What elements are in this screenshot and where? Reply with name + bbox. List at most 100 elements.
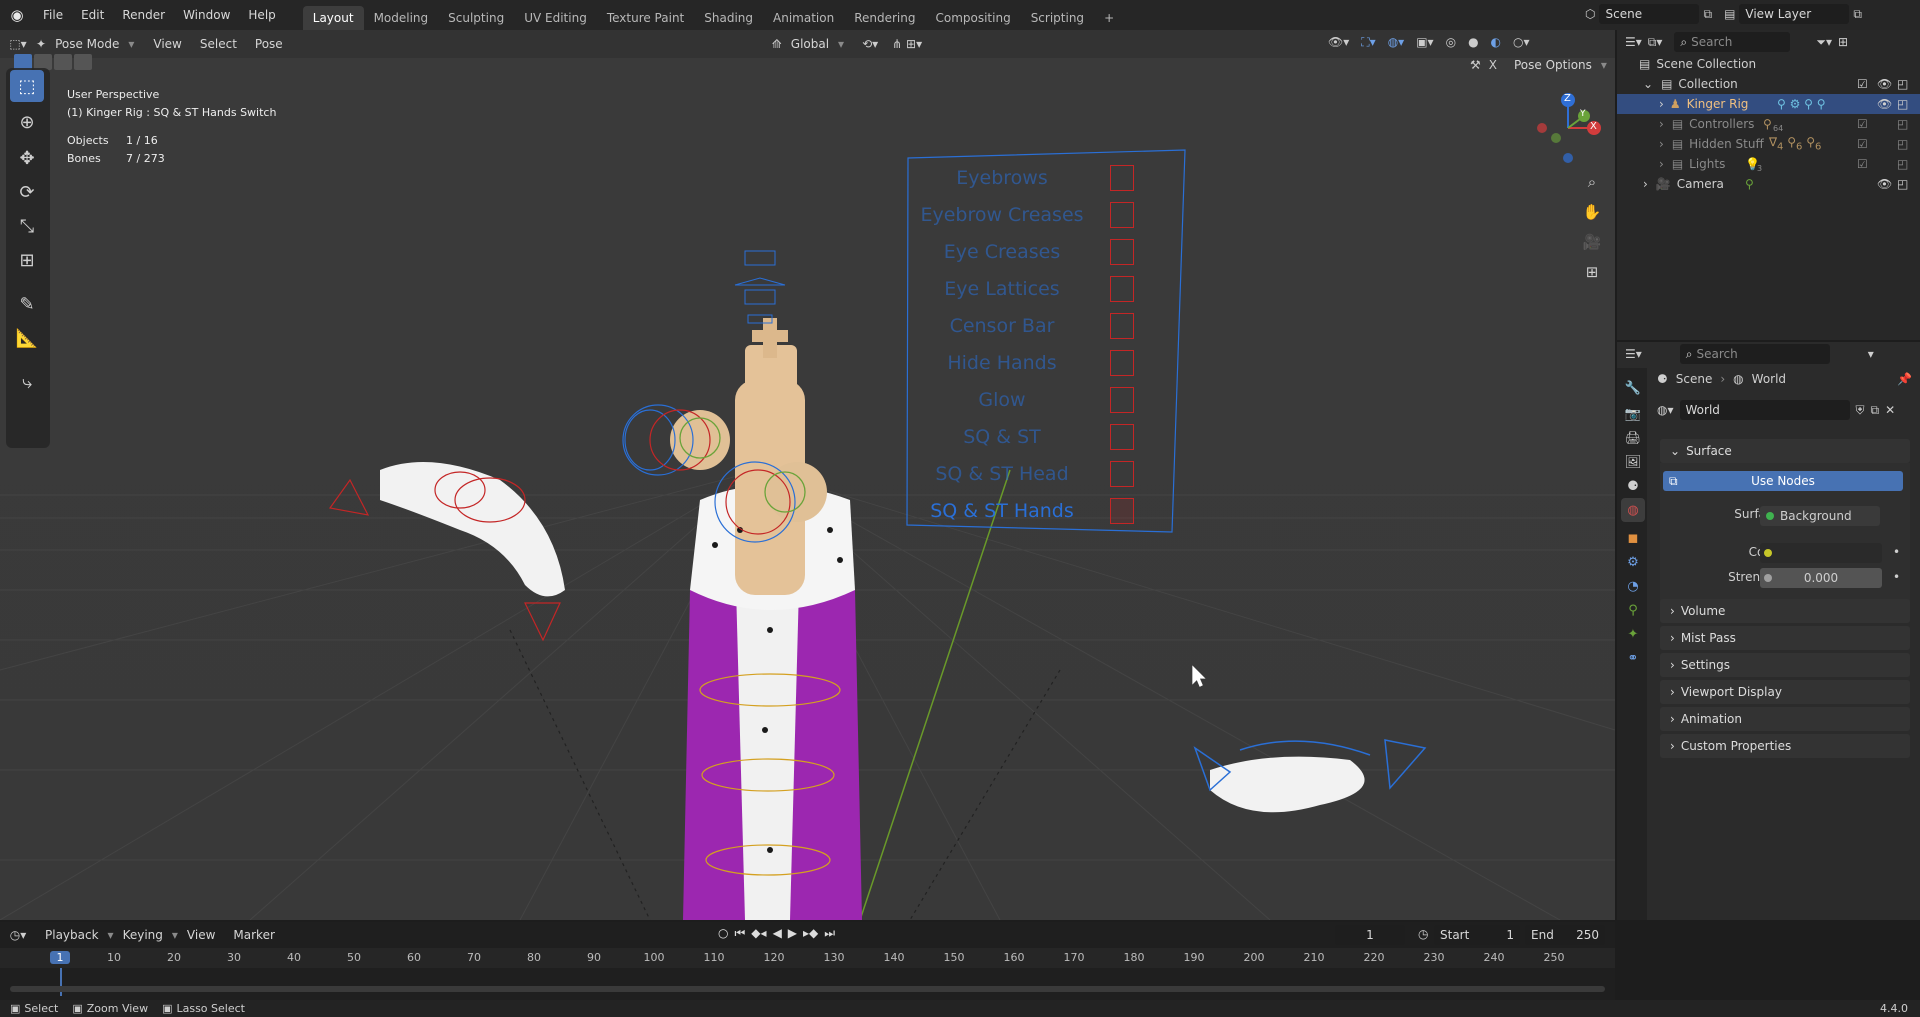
tab-animation[interactable]: Animation [763,6,844,30]
scale-tool-icon[interactable]: ⤡ [10,210,44,242]
modifier-tab-icon[interactable]: ⚙ [1621,550,1645,574]
constraint-tab-icon[interactable]: ⚲ [1621,598,1645,622]
scene-selector[interactable]: Scene [1599,4,1700,24]
control-panel-switch[interactable] [1110,239,1134,265]
expand-chevron-icon[interactable]: › [1659,137,1664,151]
view-layer-tab-icon[interactable]: 🖼 [1621,450,1645,474]
data-tab-icon[interactable]: ✦ [1621,622,1645,646]
tool-tab-icon[interactable]: 🔧 [1621,376,1645,400]
render-tab-icon[interactable]: 📷 [1621,402,1645,426]
play-icon[interactable]: ▶ [788,926,797,941]
transform-tool-icon[interactable]: ⊞ [10,244,44,276]
timeline-scrollbar[interactable] [10,986,1605,992]
keyframe-dot-icon[interactable]: • [1893,570,1900,584]
outliner-row-hidden-stuff[interactable]: › ▤ Hidden Stuff ∇4 ⚲6 ⚲6 ☑ ◰ [1617,134,1920,154]
tab-sculpting[interactable]: Sculpting [438,6,514,30]
control-panel-switch[interactable] [1110,350,1134,376]
tab-uv-editing[interactable]: UV Editing [514,6,597,30]
jump-keyframe-forward-icon[interactable]: ▸◆ [803,926,818,941]
rendered-shading-icon[interactable]: ○▾ [1513,35,1530,50]
expand-chevron-icon[interactable]: › [1659,97,1664,111]
animation-panel-header[interactable]: › Animation [1660,707,1910,731]
camera-render-icon[interactable]: ◰ [1897,77,1908,91]
tab-scripting[interactable]: Scripting [1021,6,1094,30]
custom-properties-panel-header[interactable]: › Custom Properties [1660,734,1910,758]
camera-render-icon[interactable]: ◰ [1897,97,1908,111]
menu-file[interactable]: File [34,4,72,26]
tab-texture-paint[interactable]: Texture Paint [597,6,694,30]
camera-render-icon[interactable]: ◰ [1897,117,1908,131]
control-panel-switch[interactable] [1110,313,1134,339]
bone-tab-icon[interactable]: ⚭ [1621,646,1645,670]
play-reverse-icon[interactable]: ◀ [773,926,782,941]
select-intersect-icon[interactable] [74,54,92,70]
mode-selector[interactable]: Pose Mode [46,33,128,55]
outliner-row-lights[interactable]: › ▤ Lights 💡 3 ☑ ◰ [1617,154,1920,174]
timeline-editor-icon[interactable]: ◷▾ [0,928,36,942]
xray-icon[interactable]: ▣▾ [1416,35,1433,50]
pose-menu[interactable]: Pose [246,33,292,55]
pose-options-dropdown[interactable]: Pose Options [1505,54,1601,76]
surface-panel-header[interactable]: ⌄ Surface [1660,439,1910,463]
control-panel-switch[interactable] [1110,387,1134,413]
mist-pass-panel-header[interactable]: › Mist Pass [1660,626,1910,650]
filter-icon[interactable]: ⏷▾ [1816,35,1832,50]
transform-orientation-selector[interactable]: Global [782,33,838,55]
color-swatch-field[interactable] [1760,543,1882,563]
mirror-x-icon[interactable]: X [1489,58,1497,72]
tool-settings-icon[interactable]: ⚒ [1470,58,1481,72]
select-box-tool[interactable]: ⬚ [10,70,44,102]
current-frame-field[interactable]: 1 [1335,925,1405,945]
camera-render-icon[interactable]: ◰ [1897,177,1908,191]
properties-search[interactable]: ⌕ Search [1679,344,1830,364]
control-panel-switch[interactable] [1110,202,1134,228]
camera-view-icon[interactable]: 🎥 [1578,228,1606,256]
3d-viewport[interactable]: Eyebrows Eyebrow Creases Eye Creases Eye La… [0,30,1615,920]
duplicate-icon[interactable]: ⧉ [1871,403,1880,418]
world-tab-icon[interactable]: ◍ [1621,498,1645,522]
outliner-editor-icon[interactable]: ☰▾ [1625,35,1642,49]
cursor-tool-icon[interactable]: ⊕ [10,106,44,138]
clock-icon[interactable]: ◷ [1418,927,1428,941]
tab-compositing[interactable]: Compositing [925,6,1020,30]
snap-icon[interactable]: ⋔ ⊞▾ [892,37,922,51]
exclude-checkbox[interactable]: ☑ [1857,137,1868,151]
pivot-icon[interactable]: ⟲▾ [862,37,878,51]
editor-type-icon[interactable]: ⬚▾ [0,37,36,51]
menu-help[interactable]: Help [239,4,284,26]
surface-shader-selector[interactable]: Background [1760,506,1880,526]
pin-icon[interactable]: 📌 [1897,372,1912,386]
exclude-checkbox[interactable]: ☑ [1857,77,1868,91]
camera-render-icon[interactable]: ◰ [1897,137,1908,151]
auto-keying-icon[interactable]: ○ [718,926,728,941]
output-tab-icon[interactable]: 🖨 [1621,426,1645,450]
playback-menu[interactable]: Playback [36,924,108,946]
control-panel-switch[interactable] [1110,424,1134,450]
view-layer-selector[interactable]: View Layer [1739,4,1850,24]
select-menu[interactable]: Select [191,33,246,55]
outliner-row-kinger-rig[interactable]: › ♟ Kinger Rig ⚲ ⚙ ⚲ ⚲ 👁 ◰ [1617,94,1920,114]
jump-end-icon[interactable]: ⏭ [824,926,835,941]
world-datablock-field[interactable]: World [1679,400,1850,420]
menu-edit[interactable]: Edit [72,4,113,26]
expand-chevron-icon[interactable]: ⌄ [1643,77,1653,91]
copy-layer-icon[interactable]: ⧉ [1853,7,1862,22]
control-panel-switch[interactable] [1110,498,1134,524]
pose-breakdowner-tool-icon[interactable]: ⤷ [10,366,44,398]
settings-panel-header[interactable]: › Settings [1660,653,1910,677]
blender-logo-icon[interactable]: ◉ [0,6,34,24]
perspective-toggle-icon[interactable]: ⊞ [1578,258,1606,286]
physics-tab-icon[interactable]: ◔ [1621,574,1645,598]
move-tool-icon[interactable]: ✥ [10,142,44,174]
expand-chevron-icon[interactable]: › [1659,157,1664,171]
view-menu[interactable]: View [144,33,190,55]
new-collection-icon[interactable]: ⊞ [1838,35,1848,49]
world-icon[interactable]: ◍▾ [1657,403,1674,417]
tab-shading[interactable]: Shading [694,6,763,30]
properties-editor-icon[interactable]: ☰▾ [1625,347,1642,361]
scene-tab-icon[interactable]: ⚈ [1621,474,1645,498]
chevron-down-icon[interactable]: ▾ [1868,347,1874,361]
exclude-checkbox[interactable]: ☑ [1857,157,1868,171]
add-workspace-button[interactable]: + [1094,6,1124,30]
pan-hand-icon[interactable]: ✋ [1578,198,1606,226]
